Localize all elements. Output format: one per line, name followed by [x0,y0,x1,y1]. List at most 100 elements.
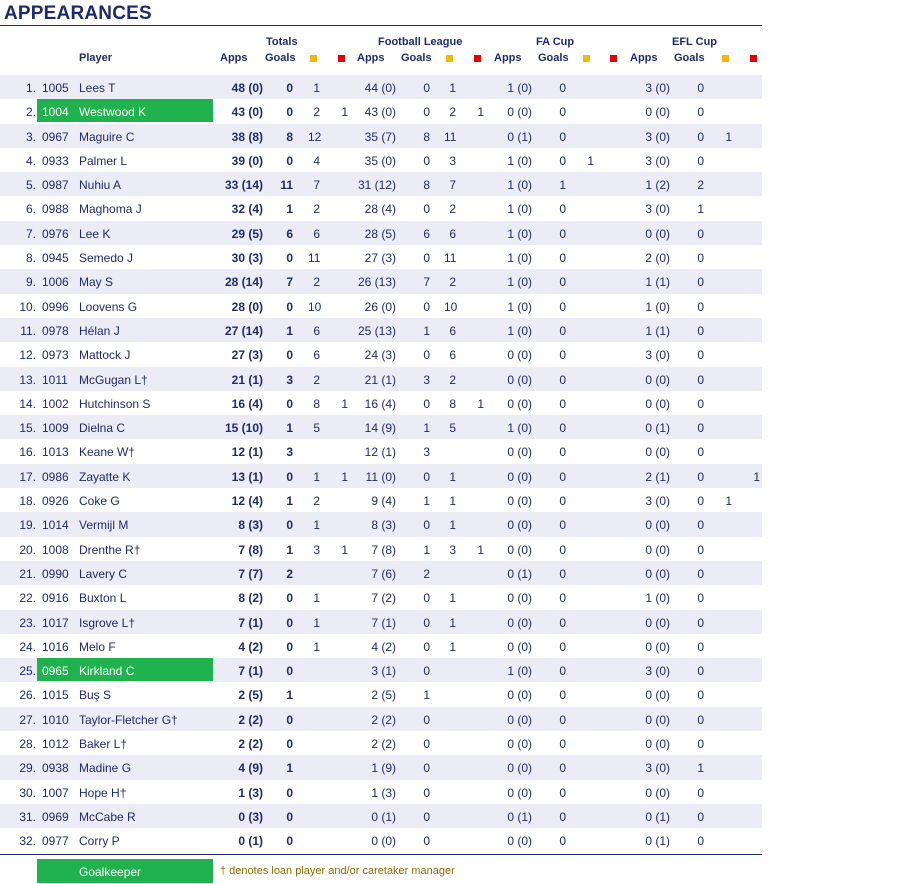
totals-apps-cell: 8 (3) [238,518,263,533]
red-card-icon [610,55,617,62]
player-name-cell: Hélan J [79,323,120,338]
totals-apps-header: Apps [220,52,248,64]
row-number-cell: 25. [19,664,36,679]
table-row: 24. 1016 Melo F 4 (2) 0 1 4 (2) 0 1 0 (0) 0 0 (0) 0 [0,634,762,658]
player-name-cell: Vermijl M [79,518,129,533]
league-yellow-cell: 10 [444,299,458,314]
league-goals-cell: 1 [423,494,430,509]
facup-apps-cell: 0 (0) [507,372,532,387]
player-code-cell: 0986 [42,469,69,484]
facup-goals-cell: 0 [559,737,566,752]
facup-yellow-cell: 1 [587,153,594,168]
league-apps-cell: 31 (12) [357,178,396,193]
player-code-cell: 1002 [42,396,69,411]
totals-goals-cell: 0 [286,639,293,654]
facup-apps-cell: 0 (0) [507,348,532,363]
league-apps-cell: 26 (0) [364,299,396,314]
table-row: 16. 1013 Keane W† 12 (1) 3 12 (1) 3 0 (0) 0 0 (0)… [0,439,762,463]
player-code-cell: 1008 [42,542,69,557]
totals-apps-cell: 32 (4) [231,202,263,217]
totals-apps-cell: 43 (0) [231,105,263,120]
player-code-cell: 0965 [42,664,69,679]
league-yellow-cell: 8 [449,396,456,411]
row-number-cell: 3. [25,129,36,144]
player-code-cell: 1005 [42,81,69,95]
table-row: 3. 0967 Maguire C 38 (8) 8 12 35 (7) 8 11 0 (1) 0 3… [0,123,762,148]
eflcup-goals-cell: 0 [697,542,704,557]
player-code-cell: 0916 [42,591,69,606]
player-code-cell: 1012 [42,737,69,752]
totals-apps-cell: 30 (3) [231,251,263,266]
totals-yellow-cell: 1 [313,81,320,95]
totals-yellow-cell: 2 [313,275,320,290]
player-code-cell: 0977 [42,834,69,849]
eflcup-goals-cell: 0 [697,129,704,144]
eflcup-goals-cell: 0 [697,153,704,168]
facup-apps-cell: 0 (0) [507,712,532,727]
league-goals-cell: 0 [423,81,430,95]
eflcup-apps-cell: 0 (0) [645,615,670,630]
eflcup-goals-cell: 0 [697,566,704,581]
facup-goals-cell: 0 [559,469,566,484]
totals-apps-cell: 7 (8) [238,542,263,557]
totals-goals-cell: 11 [280,178,293,193]
facup-goals-cell: 0 [559,809,566,824]
league-apps-cell: 3 (1) [371,664,396,679]
league-goals-cell: 1 [423,421,430,436]
league-goals-cell: 0 [423,639,430,654]
table-row: 18. 0926 Coke G 12 (4) 1 2 9 (4) 1 1 0 (0) 0 3 (0) 0… [0,488,762,512]
facup-goals-cell: 0 [559,518,566,533]
yellow-card-icon [446,55,453,62]
player-name-cell: Semedo J [79,251,134,266]
table-row: 4. 0933 Palmer L 39 (0) 0 4 35 (0) 0 3 1 (0) 0 1 3 (… [0,148,762,172]
player-name-cell: Taylor-Fletcher G† [79,712,178,727]
facup-goals-cell: 0 [559,785,566,800]
player-name-cell: Zayatte K [79,469,131,484]
eflcup-apps-cell: 0 (0) [645,542,670,557]
row-number-cell: 14. [19,396,36,411]
player-name-cell: Lee K [79,226,111,241]
row-number-cell: 20. [19,542,36,557]
facup-apps-cell: 1 (0) [507,251,532,266]
goalkeeper-legend: Goalkeeper [37,859,213,883]
facup-apps-cell: 1 (0) [507,226,532,241]
player-name-cell: Keane W† [79,445,136,460]
row-number-cell: 7. [25,226,36,241]
red-card-icon [338,55,345,62]
totals-yellow-cell: 10 [308,299,322,314]
league-apps-header: Apps [357,52,385,64]
player-name-cell: Nuhiu A [79,178,122,193]
league-yellow-cell: 2 [449,105,456,120]
league-apps-cell: 8 (3) [371,518,396,533]
totals-apps-cell: 0 (1) [238,834,263,849]
league-goals-cell: 0 [423,153,430,168]
facup-apps-cell: 1 (0) [507,81,532,95]
player-code-cell: 1011 [42,372,68,387]
eflcup-apps-cell: 1 (1) [645,323,670,338]
row-number-cell: 8. [25,251,36,266]
league-yellow-cell: 3 [449,542,456,557]
totals-apps-cell: 29 (5) [231,226,263,241]
facup-apps-cell: 0 (1) [507,809,532,824]
facup-goals-cell: 0 [559,494,566,509]
totals-goals-cell: 0 [286,712,293,727]
league-apps-cell: 16 (4) [364,396,396,411]
totals-goals-cell: 0 [286,348,293,363]
table-row: 6. 0988 Maghoma J 32 (4) 1 2 28 (4) 0 2 1 (0) 0 3 (… [0,196,762,220]
facup-goals-cell: 0 [559,688,566,703]
row-number-cell: 5. [25,178,36,193]
league-apps-cell: 21 (1) [364,372,396,387]
eflcup-goals-cell: 0 [697,275,704,290]
league-goals-cell: 8 [423,178,430,193]
facup-apps-cell: 0 (0) [507,518,532,533]
facup-apps-cell: 0 (1) [507,129,532,144]
eflcup-apps-cell: 0 (1) [645,834,670,849]
facup-apps-cell: 0 (0) [507,639,532,654]
eflcup-goals-cell: 0 [697,494,704,509]
totals-apps-cell: 16 (4) [231,396,263,411]
facup-apps-cell: 0 (0) [507,494,532,509]
row-number-cell: 26. [19,688,36,703]
table-row: 29. 0938 Madine G 4 (9) 1 1 (9) 0 0 (0) 0 3 (0) 1 [0,755,762,780]
totals-yellow-cell: 2 [313,372,320,387]
facup-goals-cell: 0 [559,712,566,727]
